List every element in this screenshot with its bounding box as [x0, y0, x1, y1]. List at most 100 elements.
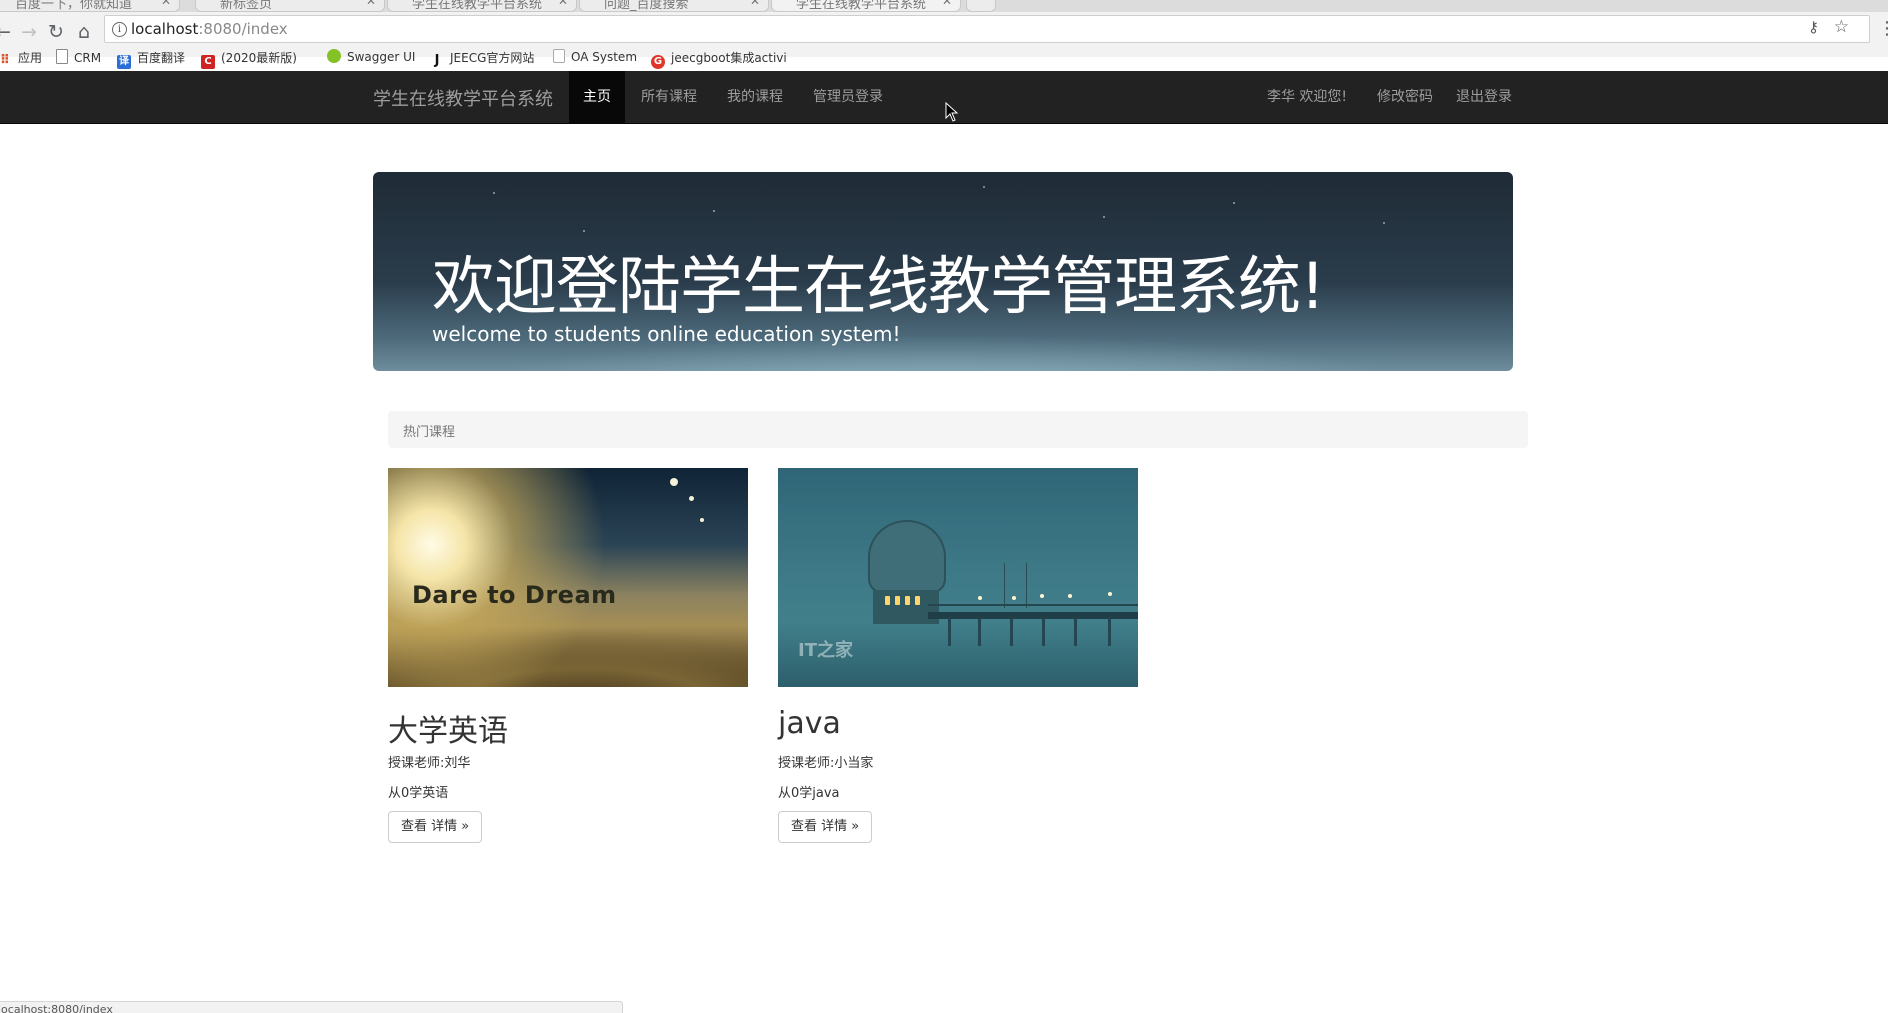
nav-change-password[interactable]: 修改密码: [1361, 71, 1449, 123]
star-decoration: [1233, 202, 1235, 204]
browser-tab-label: 百度一下，你就知道: [15, 0, 133, 12]
browser-tab[interactable]: 百度一下，你就知道 ✕: [0, 0, 180, 12]
baidu-translate-icon: 译: [117, 55, 131, 69]
window-light-decoration: [895, 596, 900, 605]
bookmark-label: CRM: [74, 51, 102, 65]
bookmark-jeecg[interactable]: J JEECG官方网站: [430, 49, 535, 68]
back-arrow-icon[interactable]: ←: [0, 19, 16, 45]
moon-decoration: [700, 518, 704, 522]
star-decoration: [583, 230, 585, 232]
nav-item-all-courses[interactable]: 所有课程: [625, 71, 713, 123]
lamp-decoration: [1108, 592, 1112, 596]
bookmark-oa-system[interactable]: OA System: [553, 49, 637, 64]
nav-item-home[interactable]: 主页: [569, 71, 625, 123]
tab-close-icon[interactable]: ✕: [750, 0, 760, 8]
moon-decoration: [689, 496, 694, 501]
site-brand[interactable]: 学生在线教学平台系统: [373, 85, 553, 111]
course-thumbnail[interactable]: IT之家: [778, 468, 1138, 687]
pier-leg-decoration: [1010, 618, 1013, 646]
c-icon: C: [201, 55, 215, 69]
course-title: 大学英语: [388, 714, 508, 749]
home-icon[interactable]: ⌂: [71, 19, 97, 45]
lamp-decoration: [1012, 596, 1016, 600]
jumbotron-title: 欢迎登陆学生在线教学管理系统!: [432, 250, 1325, 323]
browser-tab[interactable]: 学生在线教学平台系统 ✕: [387, 0, 577, 12]
browser-tab[interactable]: 问题_百度搜索 ✕: [579, 0, 769, 12]
page-icon: [553, 49, 565, 63]
welcome-jumbotron: 欢迎登陆学生在线教学管理系统! welcome to students onli…: [373, 172, 1513, 371]
lamp-decoration: [1040, 594, 1044, 598]
moon-decoration: [670, 478, 678, 486]
bookmark-label: (2020最新版): [221, 51, 297, 65]
browser-tab-label: 学生在线教学平台系统: [796, 0, 927, 12]
forward-arrow-icon[interactable]: →: [16, 19, 42, 45]
course-teacher: 授课老师:小当家: [778, 756, 874, 771]
bookmark-star-icon[interactable]: ☆: [1834, 17, 1849, 37]
url-path: :8080/index: [198, 20, 288, 38]
course-title: java: [778, 706, 841, 741]
url-host: localhost: [131, 20, 199, 38]
tab-close-icon[interactable]: ✕: [366, 0, 376, 8]
star-decoration: [1383, 222, 1385, 224]
bookmark-crm[interactable]: CRM: [56, 49, 101, 65]
bookmark-c[interactable]: C (2020最新版): [201, 49, 297, 69]
course-description: 从0学java: [778, 786, 840, 801]
hot-courses-heading: 热门课程: [388, 411, 1528, 448]
browser-tab[interactable]: 新标签页 ✕: [195, 0, 385, 12]
hot-courses-heading-label: 热门课程: [403, 425, 456, 440]
bookmark-label: jeecgboot集成activi: [671, 51, 787, 65]
pole-decoration: [1026, 563, 1027, 608]
window-light-decoration: [885, 596, 890, 605]
page-icon: [56, 49, 68, 64]
nav-item-admin-login[interactable]: 管理员登录: [797, 71, 899, 123]
browser-tab-label: 学生在线教学平台系统: [412, 0, 543, 12]
bookmark-baidu-translate[interactable]: 译百度翻译: [117, 49, 185, 69]
thumbnail-caption: Dare to Dream: [412, 581, 617, 609]
bookmark-jeecgboot[interactable]: Gjeecgboot集成activi: [651, 49, 787, 69]
course-thumbnail[interactable]: Dare to Dream: [388, 468, 748, 687]
bookmark-label: JEECG官方网站: [450, 51, 535, 65]
star-decoration: [493, 192, 495, 194]
browser-menu-icon[interactable]: ⋮: [1878, 18, 1888, 39]
browser-status-bar: localhost:8080/index: [0, 1001, 623, 1013]
nav-logout[interactable]: 退出登录: [1449, 71, 1519, 123]
star-decoration: [1103, 216, 1105, 218]
browser-tab-active[interactable]: 学生在线教学平台系统 ✕: [771, 0, 961, 12]
g-icon: G: [651, 55, 665, 69]
pier-dome-decoration: [868, 520, 946, 594]
star-decoration: [983, 186, 985, 188]
new-tab-button[interactable]: [966, 0, 996, 12]
star-decoration: [713, 210, 715, 212]
nav-item-my-courses[interactable]: 我的课程: [713, 71, 797, 123]
nav-user-welcome[interactable]: 李华 欢迎您!: [1253, 71, 1361, 123]
url-text: localhost:8080/index: [131, 20, 288, 38]
course-card: Dare to Dream 大学英语 授课老师:刘华 从0学英语 查看 详情 »: [388, 468, 748, 843]
browser-tab-label: 新标签页: [220, 0, 273, 12]
view-details-button[interactable]: 查看 详情 »: [778, 811, 873, 843]
lamp-decoration: [978, 596, 982, 600]
tab-close-icon[interactable]: ✕: [161, 0, 171, 8]
thumbnail-watermark: IT之家: [798, 640, 853, 661]
lamp-decoration: [1068, 594, 1072, 598]
course-description: 从0学英语: [388, 786, 449, 801]
browser-tab-strip: 百度一下，你就知道 ✕ 新标签页 ✕ 学生在线教学平台系统 ✕ 问题_百度搜索 …: [0, 0, 1888, 12]
bookmark-label: Swagger UI: [347, 50, 416, 64]
pier-deck-decoration: [928, 612, 1138, 619]
window-light-decoration: [915, 596, 920, 605]
address-bar[interactable]: i localhost:8080/index ⚷ ☆: [104, 15, 1870, 43]
pier-leg-decoration: [1108, 618, 1111, 646]
bookmark-apps[interactable]: ⠿ 应用: [0, 49, 42, 68]
bookmark-label: 应用: [18, 51, 43, 65]
pier-leg-decoration: [978, 618, 981, 646]
bookmark-swagger[interactable]: Swagger UI: [327, 49, 415, 64]
mouse-cursor-icon: [945, 102, 959, 122]
view-details-button[interactable]: 查看 详情 »: [388, 811, 483, 843]
key-icon[interactable]: ⚷: [1808, 18, 1819, 36]
pier-leg-decoration: [1074, 618, 1077, 646]
swagger-icon: [327, 49, 341, 63]
site-info-icon[interactable]: i: [112, 22, 127, 37]
tab-close-icon[interactable]: ✕: [942, 0, 952, 8]
reload-icon[interactable]: ↻: [43, 19, 69, 45]
bookmarks-bar: ⠿ 应用 CRM 译百度翻译 C (2020最新版) Swagger UI J JEE…: [0, 44, 1888, 69]
tab-close-icon[interactable]: ✕: [558, 0, 568, 8]
